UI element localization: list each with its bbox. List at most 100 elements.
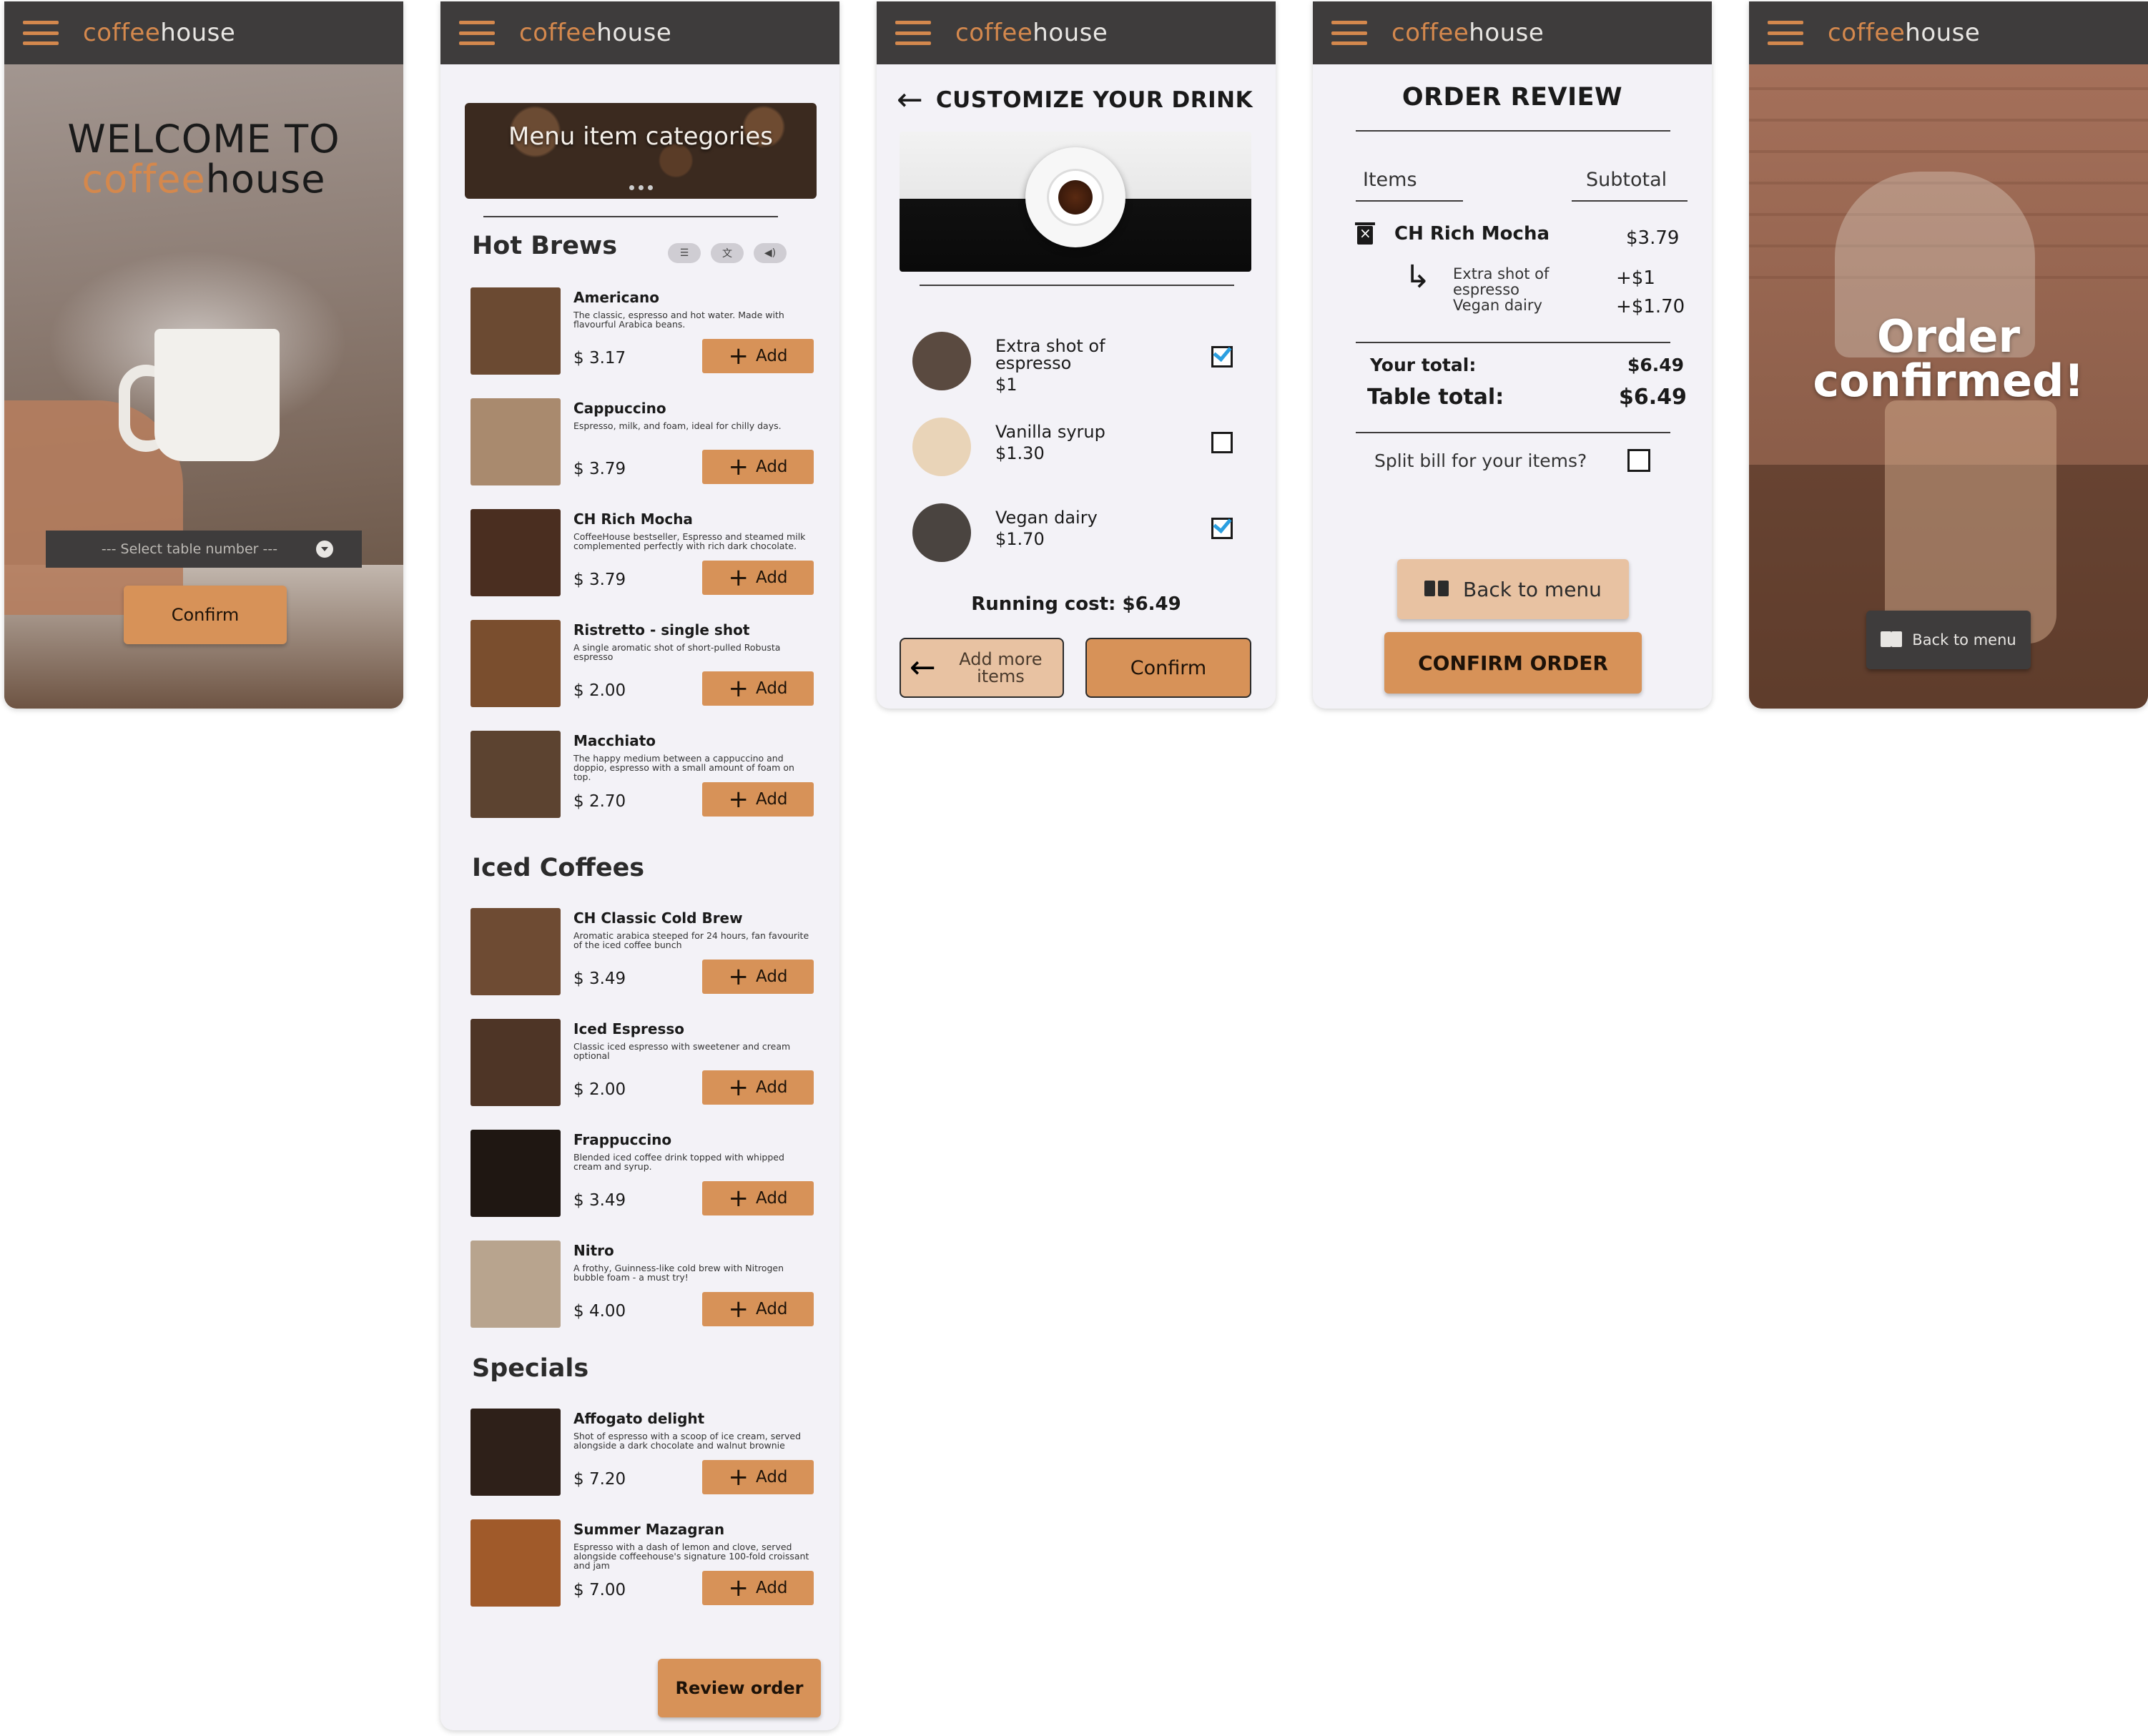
menu-item-price: $ 3.49 (573, 970, 626, 988)
table-total-label: Table total: (1367, 385, 1504, 410)
hamburger-menu-icon[interactable] (459, 21, 495, 45)
add-label: Add (755, 458, 788, 476)
add-button[interactable]: + Add (702, 450, 814, 484)
menu-item-image (471, 620, 561, 707)
add-button[interactable]: + Add (702, 339, 814, 373)
menu-item[interactable]: Macchiato The happy medium between a capp… (471, 731, 814, 821)
confirm-button[interactable]: Confirm (1085, 638, 1251, 698)
menu-item-description: CoffeeHouse bestseller, Espresso and ste… (573, 531, 806, 551)
option-label: Vanilla syrup (995, 422, 1105, 442)
menu-item[interactable]: CH Classic Cold Brew Aromatic arabica ste… (471, 908, 814, 998)
customize-screen: coffeehouse ← CUSTOMIZE YOUR DRINK Extra… (877, 1, 1276, 709)
table-number-select[interactable]: --- Select table number --- (46, 531, 362, 568)
order-item-price: $3.79 (1626, 227, 1680, 249)
page-title: CUSTOMIZE YOUR DRINK (935, 87, 1253, 113)
back-arrow-icon: ← (910, 649, 936, 686)
option-vanilla-syrup: Vanilla syrup $1.30 (912, 418, 1233, 482)
vanilla-image (912, 418, 971, 476)
menu-item-price: $ 7.20 (573, 1470, 626, 1489)
add-button[interactable]: + Add (702, 1571, 814, 1605)
hamburger-menu-icon[interactable] (1768, 21, 1803, 45)
brand-logo: coffeehouse (1391, 19, 1545, 47)
option-checkbox[interactable] (1211, 432, 1233, 453)
menu-item[interactable]: Americano The classic, espresso and hot w… (471, 287, 814, 378)
plus-icon: + (728, 674, 749, 703)
add-more-items-button[interactable]: ← Add more items (900, 638, 1064, 698)
menu-item-image (471, 1019, 561, 1106)
brand-logo: coffeehouse (1828, 19, 1981, 47)
drink-image (900, 132, 1251, 272)
translate-icon[interactable]: 文 (711, 243, 744, 263)
confirm-order-button[interactable]: CONFIRM ORDER (1384, 632, 1642, 694)
back-to-menu-button[interactable]: Back to menu (1866, 611, 2031, 669)
confirm-button[interactable]: Confirm (124, 586, 287, 644)
top-bar: coffeehouse (1313, 1, 1712, 64)
menu-item-image (471, 1241, 561, 1328)
category-carousel[interactable]: Menu item categories (465, 103, 817, 199)
hamburger-menu-icon[interactable] (23, 21, 59, 45)
menu-item[interactable]: Nitro A frothy, Guinness-like cold brew w… (471, 1241, 814, 1331)
menu-item-price: $ 3.79 (573, 571, 626, 589)
add-button[interactable]: + Add (702, 1292, 814, 1326)
menu-item[interactable]: Cappuccino Espresso, milk, and foam, idea… (471, 398, 814, 488)
review-order-button[interactable]: Review order (658, 1659, 821, 1717)
menu-item[interactable]: Summer Mazagran Espresso with a dash of l… (471, 1519, 814, 1609)
add-button[interactable]: + Add (702, 561, 814, 595)
trash-icon[interactable] (1355, 222, 1375, 245)
chevron-down-icon (316, 541, 333, 558)
divider (483, 216, 778, 217)
menu-item-price: $ 3.79 (573, 460, 626, 478)
button-label: Add more items (959, 649, 1043, 686)
menu-item-price: $ 7.00 (573, 1581, 626, 1599)
plus-icon: + (728, 563, 749, 592)
add-button[interactable]: + Add (702, 1070, 814, 1105)
filter-icon[interactable]: ☰ (668, 243, 701, 263)
brand-logo: coffeehouse (83, 19, 236, 47)
order-confirmed-message: Order confirmed! (1813, 310, 2084, 407)
carousel-dots[interactable] (465, 179, 817, 193)
top-bar: coffeehouse (4, 1, 403, 64)
brand-logo: coffeehouse (519, 19, 672, 47)
back-arrow-icon[interactable]: ← (897, 84, 923, 116)
hamburger-menu-icon[interactable] (1331, 21, 1367, 45)
add-button[interactable]: + Add (702, 782, 814, 817)
hamburger-menu-icon[interactable] (895, 21, 931, 45)
plus-icon: + (728, 342, 749, 370)
order-review-screen: coffeehouse ORDER REVIEW Items Subtotal … (1313, 1, 1712, 709)
welcome-title: WELCOME TO coffeehouse (67, 117, 340, 202)
menu-item-description: Classic iced espresso with sweetener and… (573, 1041, 791, 1061)
menu-item-name: Affogato delight (573, 1410, 705, 1427)
page-title: ORDER REVIEW (1401, 83, 1623, 112)
divider (1572, 200, 1688, 202)
section-title-hot-brews: Hot Brews (472, 232, 618, 260)
top-bar: coffeehouse (440, 1, 839, 64)
plus-icon: + (728, 453, 749, 481)
option-checkbox[interactable] (1211, 346, 1233, 368)
add-button[interactable]: + Add (702, 1460, 814, 1494)
menu-item[interactable]: Affogato delight Shot of espresso with a … (471, 1409, 814, 1499)
speaker-icon[interactable]: ◀) (754, 243, 787, 263)
table-total-value: $6.49 (1619, 385, 1687, 410)
back-to-menu-button[interactable]: Back to menu (1397, 559, 1629, 619)
option-checkbox[interactable] (1211, 518, 1233, 539)
menu-item-image (471, 908, 561, 995)
add-label: Add (755, 790, 788, 809)
add-button[interactable]: + Add (702, 1181, 814, 1215)
menu-item-description: A frothy, Guinness-like cold brew with N… (573, 1263, 784, 1283)
items-column-header: Items (1363, 169, 1417, 191)
add-label: Add (755, 1300, 788, 1318)
add-button[interactable]: + Add (702, 960, 814, 994)
top-bar: coffeehouse (1749, 1, 2148, 64)
menu-item[interactable]: Frappuccino Blended iced coffee drink top… (471, 1130, 814, 1220)
split-bill-checkbox[interactable] (1627, 449, 1650, 472)
plus-icon: + (728, 1463, 749, 1491)
add-label: Add (755, 1579, 788, 1597)
menu-item-price: $ 2.00 (573, 1080, 626, 1099)
menu-item[interactable]: CH Rich Mocha CoffeeHouse bestseller, Esp… (471, 509, 814, 599)
menu-item[interactable]: Iced Espresso Classic iced espresso with … (471, 1019, 814, 1109)
menu-item-name: Cappuccino (573, 400, 666, 417)
menu-item[interactable]: Ristretto - single shot A single aromatic… (471, 620, 814, 710)
add-button[interactable]: + Add (702, 671, 814, 706)
espresso-shot-image (912, 332, 971, 390)
menu-item-image (471, 287, 561, 375)
